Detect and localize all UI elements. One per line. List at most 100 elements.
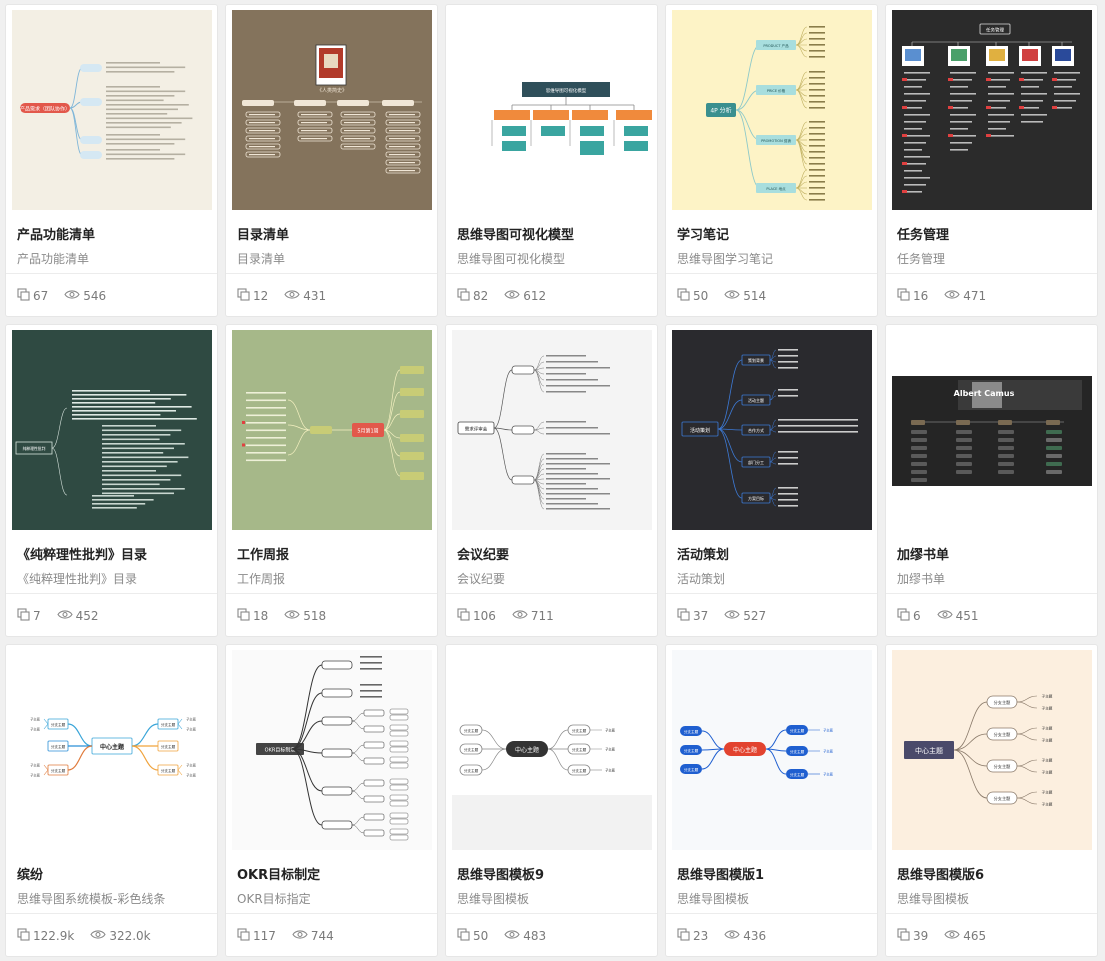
- template-card[interactable]: 产品需求（团队协作） 产品功能清单 产品功能清单 67 546: [6, 5, 217, 316]
- copy-count-value: 67: [33, 289, 49, 303]
- template-thumbnail[interactable]: 4P 分析 PRODUCT 产品 PRICE 价格 PROMOTION 促销 PLACE…: [672, 10, 872, 210]
- leaf-topic: 子主题: [823, 728, 833, 733]
- card-title[interactable]: 思维导图可视化模型: [457, 224, 574, 243]
- template-card[interactable]: 任务管理 任务管理 任务管理 16 471: [886, 5, 1097, 316]
- eye-icon: [512, 609, 531, 623]
- eye-icon: [504, 289, 523, 303]
- leaf-topic: 子主题: [1042, 758, 1053, 763]
- card-stats: 50 514: [677, 288, 782, 304]
- card-title[interactable]: 加缪书单: [897, 544, 949, 563]
- card-stats: 50 483: [457, 928, 562, 944]
- template-thumbnail[interactable]: 任务管理: [892, 10, 1092, 210]
- copy-icon: [457, 928, 473, 944]
- eye-icon: [724, 929, 743, 943]
- view-count: 322.0k: [90, 929, 151, 943]
- template-thumbnail[interactable]: 中心主题 分支主题 子主题 子主题 分支主题 子主题 子主题 分支主题 子主题 子主题 分支主题 子主…: [892, 650, 1092, 850]
- branch-topic: 分支主题: [790, 749, 805, 754]
- card-subtitle: 思维导图学习笔记: [677, 252, 774, 266]
- view-count: 431: [284, 289, 326, 303]
- card-title[interactable]: 工作周报: [237, 544, 289, 563]
- view-count: 471: [944, 289, 986, 303]
- card-subtitle: 产品功能清单: [17, 252, 90, 266]
- copy-count: 18: [237, 608, 268, 624]
- card-title[interactable]: 会议纪要: [457, 544, 509, 563]
- card-title[interactable]: 产品功能清单: [17, 224, 95, 243]
- eye-icon: [944, 929, 963, 943]
- card-divider: [446, 913, 657, 914]
- card-stats: 23 436: [677, 928, 782, 944]
- card-stats: 37 527: [677, 608, 782, 624]
- template-thumbnail[interactable]: 中心主题 分支主题 分支主题 分支主题 分支主题 子主题 分支主题 子主题 分支主题 子主题: [672, 650, 872, 850]
- template-thumbnail[interactable]: 活动策划 策划背景 活动主题 合作方式 部门分工 方案目标: [672, 330, 872, 530]
- copy-count: 122.9k: [17, 928, 74, 944]
- copy-count-value: 16: [913, 289, 929, 303]
- root-topic: 活动策划: [690, 427, 710, 434]
- branch-topic: 分支主题: [161, 722, 176, 727]
- template-card[interactable]: 需求评审会 会议纪要 会议纪要 106 711: [446, 325, 657, 636]
- card-title[interactable]: 《纯粹理性批判》目录: [17, 544, 147, 563]
- mindmap-preview: 思维导图可视化模型: [452, 10, 652, 210]
- template-card[interactable]: Albert Camus 加缪书单 加缪书单 6 451: [886, 325, 1097, 636]
- leaf-topic: 子主题: [823, 772, 833, 777]
- card-divider: [886, 913, 1097, 914]
- copy-icon: [457, 288, 473, 304]
- copy-icon: [897, 608, 913, 624]
- copy-count: 16: [897, 288, 928, 304]
- card-title[interactable]: 缤纷: [17, 864, 43, 883]
- template-card[interactable]: OKR目标制定 OKR目标制定 OKR目标指定 117 744: [226, 645, 437, 956]
- card-divider: [446, 273, 657, 274]
- template-card[interactable]: 中心主题 分支主题 子主题 子主题 分支主题 分支主题 子主题 子主题 分支主题 子主题 子主题 分支…: [6, 645, 217, 956]
- template-thumbnail[interactable]: 思维导图可视化模型: [452, 10, 652, 210]
- copy-count: 67: [17, 288, 48, 304]
- template-thumbnail[interactable]: OKR目标制定: [232, 650, 432, 850]
- template-thumbnail[interactable]: 纯粹理性批判: [12, 330, 212, 530]
- card-stats: 39 465: [897, 928, 1002, 944]
- template-card[interactable]: 思维导图可视化模型 思维导图可视化模型 思维导图可视化模型 82 612: [446, 5, 657, 316]
- card-title[interactable]: 任务管理: [897, 224, 949, 243]
- branch-topic: 分支主题: [572, 728, 587, 733]
- template-card[interactable]: 中心主题 分支主题 分支主题 分支主题 分支主题 子主题 分支主题 子主题 分支主题 子主题 思维导…: [666, 645, 877, 956]
- card-title[interactable]: 思维导图模版6: [897, 864, 984, 883]
- eye-icon: [284, 609, 303, 623]
- template-thumbnail[interactable]: 中心主题 分支主题 子主题 子主题 分支主题 分支主题 子主题 子主题 分支主题 子主题 子主题 分支…: [12, 650, 212, 850]
- leaf-topic: 子主题: [30, 727, 40, 732]
- branch-topic: 分支主题: [464, 728, 479, 733]
- card-stats: 12 431: [237, 288, 342, 304]
- view-count-value: 744: [310, 929, 334, 943]
- card-divider: [6, 593, 217, 594]
- template-card[interactable]: 《人类简史》 目录清单 目录清单 12 431: [226, 5, 437, 316]
- card-title[interactable]: OKR目标制定: [237, 864, 320, 883]
- root-topic: 纯粹理性批判: [23, 446, 46, 451]
- template-thumbnail[interactable]: 需求评审会: [452, 330, 652, 530]
- view-count: 546: [64, 289, 106, 303]
- root-topic: 中心主题: [100, 743, 125, 751]
- card-divider: [886, 273, 1097, 274]
- template-grid: 产品需求（团队协作） 产品功能清单 产品功能清单 67 546 《人类简史》 目录清单 目录清…: [6, 5, 1097, 956]
- template-thumbnail[interactable]: 5月第1周: [232, 330, 432, 530]
- eye-icon: [724, 609, 743, 623]
- template-card[interactable]: 中心主题 分支主题 子主题 子主题 分支主题 子主题 子主题 分支主题 子主题 子主题 分支主题 子主…: [886, 645, 1097, 956]
- template-card[interactable]: 4P 分析 PRODUCT 产品 PRICE 价格 PROMOTION 促销 PLACE…: [666, 5, 877, 316]
- branch-topic: 方案目标: [748, 495, 764, 501]
- card-title[interactable]: 目录清单: [237, 224, 289, 243]
- copy-count: 82: [457, 288, 488, 304]
- template-card[interactable]: 纯粹理性批判 《纯粹理性批判》目录 《纯粹理性批判》目录 7 452: [6, 325, 217, 636]
- card-subtitle: 目录清单: [237, 252, 286, 266]
- template-card[interactable]: 中心主题 分支主题 分支主题 分支主题 分支主题 子主题 分支主题 子主题 分支主题 子主题 思维导…: [446, 645, 657, 956]
- template-thumbnail[interactable]: 中心主题 分支主题 分支主题 分支主题 分支主题 子主题 分支主题 子主题 分支主题 子主题: [452, 650, 652, 850]
- card-title[interactable]: 学习笔记: [677, 224, 729, 243]
- branch-topic: 分支主题: [994, 731, 1012, 738]
- branch-topic: 分支主题: [684, 748, 699, 753]
- copy-count-value: 12: [253, 289, 269, 303]
- template-thumbnail[interactable]: 产品需求（团队协作）: [12, 10, 212, 210]
- template-thumbnail[interactable]: Albert Camus: [892, 330, 1092, 530]
- template-card[interactable]: 5月第1周 工作周报 工作周报 18 518: [226, 325, 437, 636]
- card-title[interactable]: 思维导图模板9: [457, 864, 544, 883]
- mindmap-preview: 《人类简史》: [232, 10, 432, 210]
- copy-icon: [17, 608, 33, 624]
- template-thumbnail[interactable]: 《人类简史》: [232, 10, 432, 210]
- card-title[interactable]: 思维导图模版1: [677, 864, 764, 883]
- template-card[interactable]: 活动策划 策划背景 活动主题 合作方式 部门分工 方案目标 活动策划 活动策划 37 527: [666, 325, 877, 636]
- card-title[interactable]: 活动策划: [677, 544, 729, 563]
- root-topic: 中心主题: [915, 746, 943, 755]
